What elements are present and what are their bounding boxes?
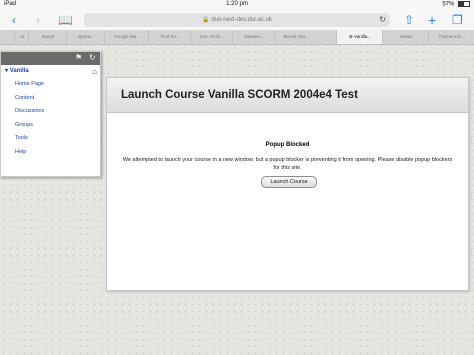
tab[interactable]: Mewo [382,30,429,44]
course-menu-title[interactable]: ▾ Vanilla ⌂ [1,65,100,78]
refresh-icon[interactable]: ↻ [89,53,96,62]
page-title: Launch Course Vanilla SCORM 2004e4 Test [121,89,358,101]
collapse-icon: ▾ [5,68,9,74]
address-bar[interactable]: 🔒 duo-next-dev.dur.ac.uk ↻ [84,13,390,27]
bookmarks-icon[interactable]: 📖 [58,12,73,28]
browser-toolbar: ‹ › 📖 🔒 duo-next-dev.dur.ac.uk ↻ ⇧ + ❐ [0,10,474,30]
forward-icon[interactable]: › [36,12,40,28]
tab-active[interactable]: ⊗ Vanilla... [336,30,383,44]
tab[interactable]: Mount [28,30,67,44]
battery-percent: 57% [442,1,455,8]
launch-course-button[interactable]: Launch Course [261,176,317,188]
sidebar-item-groups[interactable]: Groups [1,119,100,133]
flag-icon[interactable]: ⚑ [75,53,82,62]
popup-blocked-title: Popup Blocked [265,142,310,148]
url-text: duo-next-dev.dur.ac.uk [211,17,272,23]
status-bar: iPad 1:20 pm 57% [0,0,474,10]
clock: 1:20 pm [226,1,248,7]
lock-icon: 🔒 [202,17,210,23]
sidebar-item-discussions[interactable]: Discussions [1,105,100,119]
sidebar-item-home-page[interactable]: Home Page [1,78,100,92]
battery-icon [458,1,470,7]
main-content-panel: Launch Course Vanilla SCORM 2004e4 Test … [106,77,469,291]
close-tab-icon[interactable]: ⊗ [349,34,353,39]
tab[interactable]: Find ho... [148,30,191,44]
sidebar-header: ⚑ ↻ [1,52,100,65]
new-tab-icon[interactable]: + [428,12,436,28]
tab[interactable]: Blount Get... [274,30,317,44]
tab[interactable]: opnew... [66,30,105,44]
reload-icon[interactable]: ↻ [379,13,386,27]
content-header: Launch Course Vanilla SCORM 2004e4 Test [107,78,468,113]
battery-indicator: 57% [442,1,470,8]
tab[interactable]: IAS: Onlin... [190,30,233,44]
tabs-overview-icon[interactable]: ❐ [452,12,463,28]
course-sidebar: ⚑ ↻ ▾ Vanilla ⌂ Home Page Content Discus… [0,51,101,177]
sidebar-item-tools[interactable]: Tools [1,132,100,146]
tab[interactable]: ut [14,30,29,44]
tab[interactable]: Farmers fo... [428,30,474,44]
popup-blocked-message: We attempted to launch your course in a … [122,157,453,171]
share-icon[interactable]: ⇧ [404,12,414,28]
tab-bar: ut Mount opnew... Google Ma... Find ho..… [0,30,474,45]
tab[interactable]: Natalee... [232,30,275,44]
tab-label: Vanilla... [354,34,371,39]
course-name: Vanilla [9,68,29,74]
sidebar-item-content[interactable]: Content [1,92,100,106]
sidebar-item-help[interactable]: Help [1,146,100,160]
back-icon[interactable]: ‹ [12,12,16,28]
tab[interactable]: Google Ma... [104,30,149,44]
home-icon[interactable]: ⌂ [92,65,97,78]
